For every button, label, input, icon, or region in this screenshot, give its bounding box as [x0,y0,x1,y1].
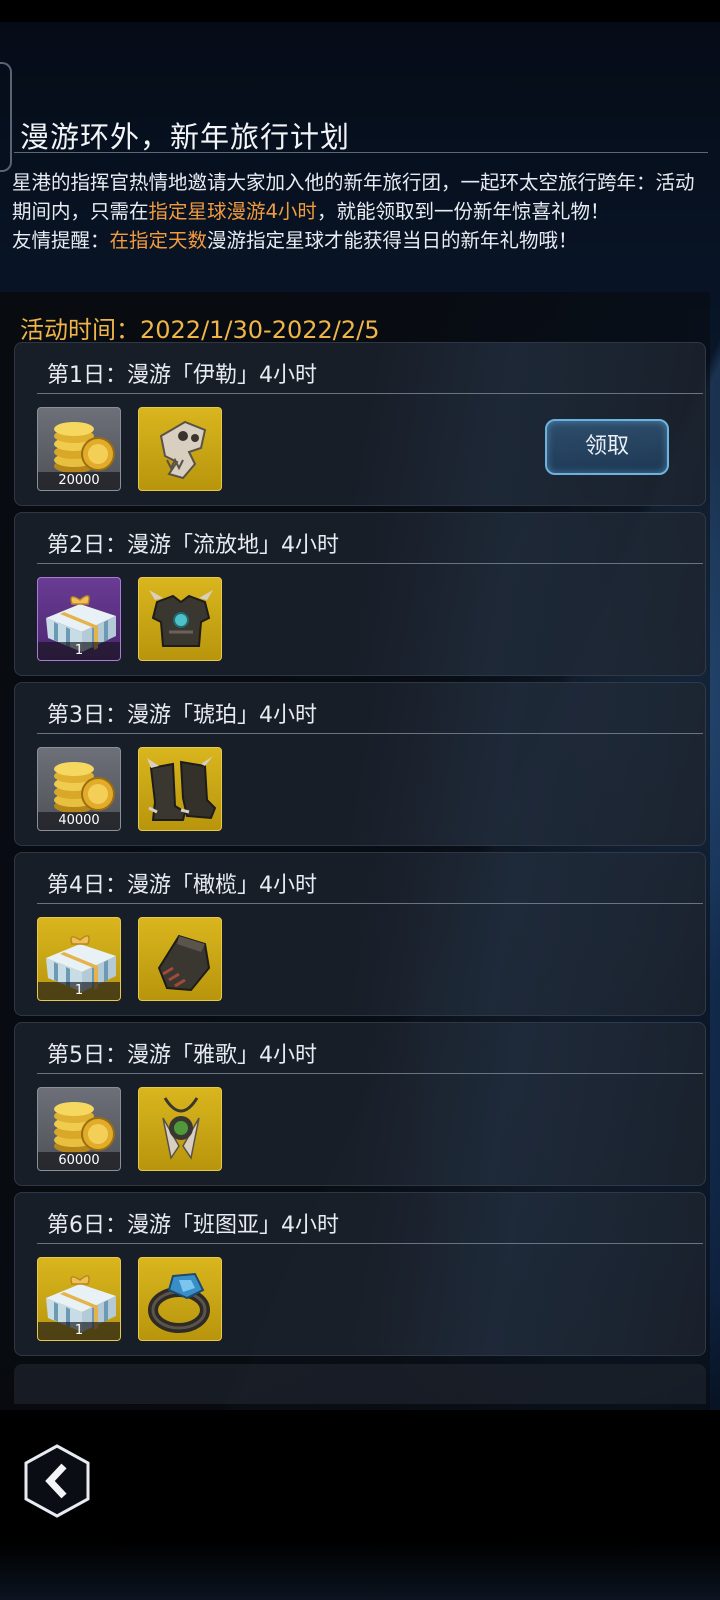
amulet-icon [162,1097,200,1160]
reward-item-equipment[interactable] [138,407,222,491]
item-quantity: 60000 [38,1152,120,1170]
day-title: 第2日：漫游「流放地」4小时 [47,533,339,558]
intro-text: 星港的指挥官热情地邀请大家加入他的新年旅行团，一起环太空旅行跨年：活动期间内，只… [12,168,712,255]
beast-skull-icon [159,420,207,480]
bottom-bar [0,1410,720,1600]
gift-box-icon [46,595,116,652]
claim-button[interactable]: 领取 [545,419,669,475]
reward-item-equipment[interactable] [138,577,222,661]
item-quantity: 1 [38,982,120,1000]
back-button[interactable] [24,1444,90,1518]
status-strip [0,0,720,22]
day-divider [37,393,703,394]
item-quantity: 40000 [38,812,120,830]
tip-suffix: 漫游指定星球才能获得当日的新年礼物哦！ [207,229,578,252]
day-divider [37,733,703,734]
gauntlet-icon [157,934,211,992]
item-quantity: 20000 [38,472,120,490]
reward-item-gift[interactable]: 1 [37,1257,121,1341]
tip-highlight-days: 在指定天数 [109,229,208,252]
gem-ring-icon [148,1272,210,1333]
side-bracket [0,62,12,172]
page-title: 漫游环外，新年旅行计划 [20,120,351,154]
reward-item-coins[interactable]: 40000 [37,747,121,831]
day-title: 第6日：漫游「班图亚」4小时 [47,1213,339,1238]
day-title: 第4日：漫游「橄榄」4小时 [47,873,317,898]
day-card-2: 第2日：漫游「流放地」4小时 1 [14,512,706,676]
gold-coins-icon [54,1102,115,1153]
gift-box-icon [46,935,116,992]
day-divider [37,1073,703,1074]
item-quantity: 1 [38,642,120,660]
day-divider [37,903,703,904]
gold-coins-icon [54,762,115,813]
day-card-6: 第6日：漫游「班图亚」4小时 1 [14,1192,706,1356]
intro-line2: ，就能领取到一份新年惊喜礼物！ [316,200,610,223]
reward-item-gift[interactable]: 1 [37,917,121,1001]
gift-box-icon [46,1275,116,1332]
title-divider [14,152,708,153]
item-quantity: 1 [38,1322,120,1340]
tip-prefix: 友情提醒： [12,229,110,252]
reward-item-equipment[interactable] [138,917,222,1001]
reward-item-gift[interactable]: 1 [37,577,121,661]
chest-armor-icon [149,590,213,647]
boots-icon [147,756,217,821]
day-card-7-partial [14,1364,706,1404]
day-card-1: 第1日：漫游「伊勒」4小时 20000 领取 [14,342,706,506]
day-title: 第3日：漫游「琥珀」4小时 [47,703,317,728]
day-title: 第5日：漫游「雅歌」4小时 [47,1043,317,1068]
day-card-4: 第4日：漫游「橄榄」4小时 1 [14,852,706,1016]
reward-item-equipment[interactable] [138,1087,222,1171]
day-divider [37,1243,703,1244]
event-screen: 漫游环外，新年旅行计划 星港的指挥官热情地邀请大家加入他的新年旅行团，一起环太空… [0,0,720,1600]
day-divider [37,563,703,564]
day-card-5: 第5日：漫游「雅歌」4小时 60000 [14,1022,706,1186]
reward-item-coins[interactable]: 20000 [37,407,121,491]
gold-coins-icon [54,422,115,473]
reward-item-coins[interactable]: 60000 [37,1087,121,1171]
back-arrow-icon [24,1444,90,1518]
reward-item-equipment[interactable] [138,1257,222,1341]
reward-item-equipment[interactable] [138,747,222,831]
event-time: 活动时间：2022/1/30-2022/2/5 [20,316,380,344]
day-card-3: 第3日：漫游「琥珀」4小时 40000 [14,682,706,846]
intro-highlight-planet: 指定星球漫游4小时 [148,200,317,223]
day-title: 第1日：漫游「伊勒」4小时 [47,363,317,388]
